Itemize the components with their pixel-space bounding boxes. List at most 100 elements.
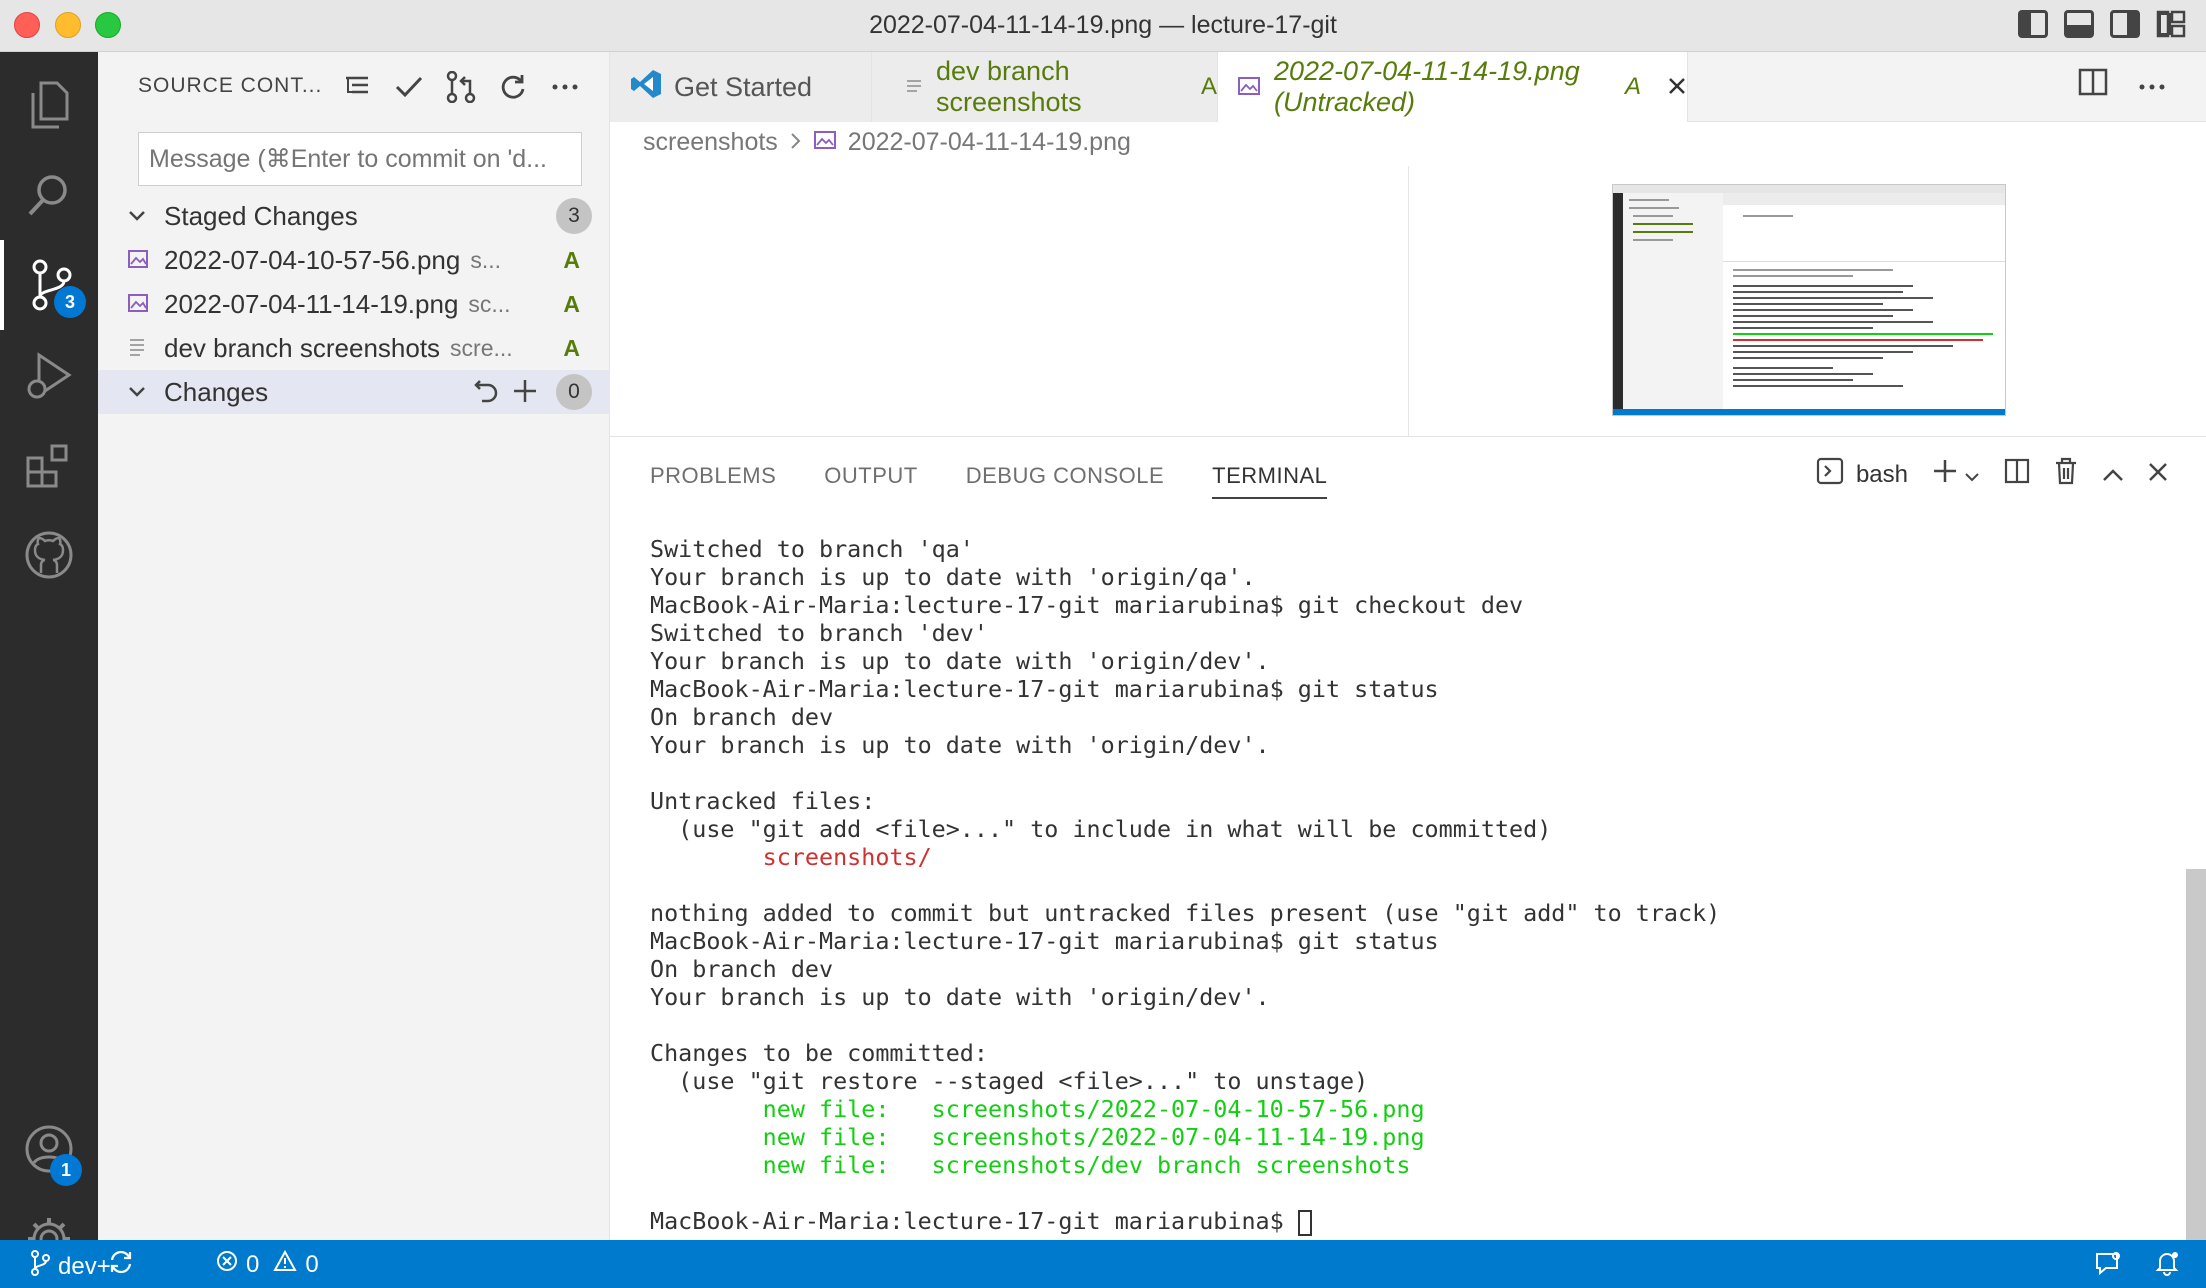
scm-count-badge: 3: [54, 286, 86, 318]
terminal-selector[interactable]: bash: [1816, 457, 1908, 492]
chevron-down-icon: [122, 201, 152, 231]
image-file-icon: [128, 289, 154, 320]
search-icon[interactable]: [0, 150, 98, 240]
more-actions-icon[interactable]: [546, 68, 584, 106]
file-name: 2022-07-04-10-57-56.png: [164, 244, 461, 275]
bottom-panel: PROBLEMS OUTPUT DEBUG CONSOLE TERMINAL b…: [610, 436, 2206, 1241]
feedback-icon[interactable]: [2094, 1250, 2122, 1276]
notifications-icon[interactable]: [2154, 1250, 2180, 1276]
terminal-line: MacBook-Air-Maria:lecture-17-git mariaru…: [650, 591, 1524, 619]
file-path: s...: [470, 246, 502, 273]
customize-layout-icon[interactable]: [2156, 10, 2186, 38]
terminal-line: (use "git add <file>..." to include in w…: [650, 815, 1552, 843]
chevron-down-icon: [1964, 461, 1980, 489]
tab-dev-branch-screenshots[interactable]: dev branch screenshots A: [872, 52, 1218, 122]
file-status-added: A: [563, 334, 580, 361]
text-file-icon: [128, 333, 154, 364]
branch-indicator[interactable]: dev+: [30, 1250, 111, 1283]
split-terminal-icon[interactable]: [2004, 458, 2030, 491]
tab-problems[interactable]: PROBLEMS: [650, 463, 776, 499]
view-as-tree-icon[interactable]: [338, 68, 376, 106]
staged-count-badge: 3: [556, 198, 592, 234]
terminal-line: new file: screenshots/2022-07-04-10-57-5…: [762, 1095, 1425, 1123]
terminal-line: screenshots/: [762, 843, 932, 871]
changes-count-badge: 0: [556, 374, 592, 410]
close-panel-icon[interactable]: [2148, 461, 2168, 489]
tab-debug-console[interactable]: DEBUG CONSOLE: [966, 463, 1164, 499]
new-terminal-button[interactable]: [1932, 458, 1980, 491]
image-preview: [1612, 184, 2006, 416]
sync-button[interactable]: [108, 1250, 134, 1281]
commit-message-input[interactable]: [138, 132, 582, 186]
problems-indicator[interactable]: 0 0: [216, 1249, 319, 1279]
terminal-line: Your branch is up to date with 'origin/q…: [650, 563, 1256, 591]
terminal-line: new file: screenshots/dev branch screens…: [762, 1151, 1411, 1179]
run-debug-icon[interactable]: [0, 330, 98, 420]
tab-terminal[interactable]: TERMINAL: [1212, 463, 1328, 499]
terminal-line: Your branch is up to date with 'origin/d…: [650, 731, 1270, 759]
discard-all-icon[interactable]: [474, 378, 498, 411]
tab-label: Get Started: [674, 71, 813, 102]
file-name: 2022-07-04-11-14-19.png: [164, 288, 459, 319]
accounts-badge: 1: [50, 1154, 82, 1186]
tab-get-started[interactable]: Get Started: [610, 52, 872, 122]
error-count: 0: [246, 1250, 260, 1278]
sidebar-actions: [338, 68, 584, 106]
staged-file-item[interactable]: 2022-07-04-11-14-19.png sc... A: [98, 282, 610, 326]
breadcrumb-file[interactable]: 2022-07-04-11-14-19.png: [848, 128, 1131, 157]
editor-tab-bar: Get Started dev branch screenshots A 202…: [610, 52, 2206, 122]
staged-file-item[interactable]: dev branch screenshots scre... A: [98, 326, 610, 370]
close-tab-icon[interactable]: [1667, 72, 1687, 103]
terminal-line: Untracked files:: [650, 787, 876, 815]
explorer-icon[interactable]: [0, 60, 98, 150]
accounts-icon[interactable]: 1: [0, 1104, 98, 1194]
terminal-line: MacBook-Air-Maria:lecture-17-git mariaru…: [650, 927, 1439, 955]
toggle-panel-icon[interactable]: [2064, 10, 2094, 38]
extensions-icon[interactable]: [0, 420, 98, 510]
stage-all-icon[interactable]: [512, 378, 538, 411]
warning-count: 0: [305, 1250, 319, 1278]
file-name: dev branch screenshots: [164, 332, 441, 363]
warning-icon: [273, 1249, 298, 1279]
staged-file-item[interactable]: 2022-07-04-10-57-56.png s... A: [98, 238, 610, 282]
file-path: scre...: [450, 334, 513, 361]
terminal-output[interactable]: Switched to branch 'qa' Your branch is up…: [650, 535, 1720, 1236]
branch-name: dev+: [58, 1252, 111, 1280]
tab-label: dev branch screenshots: [936, 56, 1082, 117]
terminal-line: (use "git restore --staged <file>..." to…: [650, 1067, 1369, 1095]
pull-request-icon[interactable]: [442, 68, 480, 106]
toggle-secondary-sidebar-icon[interactable]: [2110, 10, 2140, 38]
terminal-icon: [1816, 457, 1844, 492]
terminal-line: On branch dev: [650, 703, 834, 731]
git-branch-icon: [30, 1250, 50, 1283]
terminal-line: Changes to be committed:: [650, 1039, 988, 1067]
chevron-up-icon[interactable]: [2102, 461, 2124, 489]
github-icon[interactable]: [0, 510, 98, 600]
commit-check-icon[interactable]: [390, 68, 428, 106]
terminal-cursor: [1297, 1209, 1312, 1236]
chevron-down-icon: [122, 377, 152, 407]
tab-status-added: A: [1200, 73, 1217, 100]
sidebar-header: SOURCE CONT...: [98, 52, 610, 122]
refresh-icon[interactable]: [494, 68, 532, 106]
terminal-line: MacBook-Air-Maria:lecture-17-git mariaru…: [650, 675, 1439, 703]
split-editor-icon[interactable]: [2078, 68, 2108, 101]
breadcrumb-folder[interactable]: screenshots: [643, 128, 778, 157]
tab-output[interactable]: OUTPUT: [824, 463, 917, 499]
more-actions-icon[interactable]: [2138, 68, 2166, 101]
toggle-sidebar-icon[interactable]: [2018, 10, 2048, 38]
preview-divider: [1408, 166, 1409, 436]
title-bar: 2022-07-04-11-14-19.png — lecture-17-git: [0, 0, 2206, 52]
staged-changes-group[interactable]: Staged Changes 3: [98, 194, 610, 238]
file-status-added: A: [563, 290, 580, 317]
changes-group[interactable]: Changes 0: [98, 370, 610, 414]
text-file-icon: [906, 72, 922, 103]
terminal-scrollbar[interactable]: [2186, 869, 2206, 1241]
trash-icon[interactable]: [2054, 457, 2078, 492]
source-control-icon[interactable]: 3: [0, 240, 98, 330]
tab-active-image[interactable]: 2022-07-04-11-14-19.png (Untracked) A: [1218, 52, 1688, 122]
terminal-line: Switched to branch 'dev': [650, 619, 988, 647]
sync-icon: [108, 1250, 134, 1281]
terminal-line: Your branch is up to date with 'origin/d…: [650, 983, 1270, 1011]
